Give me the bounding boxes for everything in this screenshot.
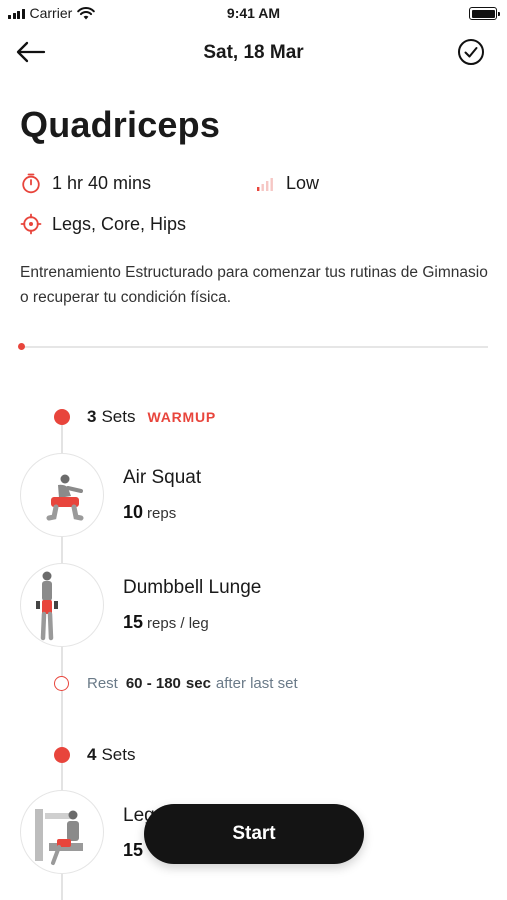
targets-label: Legs, Core, Hips (52, 213, 187, 234)
nav-bar: Sat, 18 Mar (0, 28, 507, 76)
status-bar: Carrier 9:41 AM (0, 0, 507, 26)
reps-count: 15 (123, 612, 144, 632)
progress-track (20, 346, 488, 348)
stopwatch-icon (22, 173, 40, 194)
exercise-reps: 10 reps (123, 502, 176, 523)
exercise-thumbnail-dumbbell-lunge[interactable] (20, 563, 104, 647)
group-dot (54, 409, 70, 425)
sets-word: Sets (101, 407, 136, 426)
reps-unit: reps / leg (147, 615, 209, 632)
sets-word: Sets (101, 745, 136, 764)
nav-title: Sat, 18 Mar (203, 42, 304, 63)
intensity-label: Low (286, 172, 320, 193)
reps-unit: reps (147, 505, 177, 522)
rest-ring-icon (54, 676, 69, 691)
rest-suffix: after last set (215, 675, 298, 692)
status-time: 9:41 AM (226, 5, 281, 21)
squat-figure-icon (46, 474, 84, 521)
exercise-name[interactable]: Air Squat (123, 467, 201, 489)
exercise-thumbnail-leg-press[interactable] (20, 790, 104, 874)
reps-count: 10 (123, 502, 144, 522)
sets-count: 3 (87, 407, 97, 426)
exercise-reps: 15 (123, 840, 147, 861)
reps-count: 15 (123, 840, 144, 860)
sets-count: 4 (87, 745, 97, 764)
rest-label: Rest (87, 675, 118, 692)
start-button[interactable]: Start (144, 804, 364, 864)
check-circle-icon[interactable] (457, 38, 485, 66)
duration-row: 1 hr 40 mins (20, 172, 151, 194)
set-group-header: 4 Sets (54, 745, 136, 765)
set-group-header: 3 Sets WARMUP (54, 407, 216, 427)
rest-row: Rest 60 - 180 sec after last set (54, 675, 298, 692)
exercise-name[interactable]: Dumbbell Lunge (123, 577, 261, 599)
intensity-row: Low (254, 172, 319, 194)
group-dot (54, 747, 70, 763)
targets-row: Legs, Core, Hips (20, 213, 186, 235)
workout-title: Quadriceps (20, 104, 221, 145)
exercise-reps: 15 reps / leg (123, 612, 209, 633)
battery-icon (469, 7, 500, 20)
workout-description: Entrenamiento Estructurado para comenzar… (20, 264, 488, 306)
exercise-thumbnail-air-squat[interactable] (20, 453, 104, 537)
progress-indicator (18, 343, 25, 350)
rest-range: 60 - 180 (125, 675, 181, 692)
warmup-tag: WARMUP (147, 409, 217, 425)
target-crosshair-icon (20, 213, 42, 235)
leg-machine-figure-icon (35, 809, 83, 865)
intensity-bars-icon (257, 178, 273, 191)
duration-label: 1 hr 40 mins (52, 172, 152, 193)
lunge-figure-icon (36, 571, 58, 641)
rest-unit: sec (185, 675, 211, 692)
